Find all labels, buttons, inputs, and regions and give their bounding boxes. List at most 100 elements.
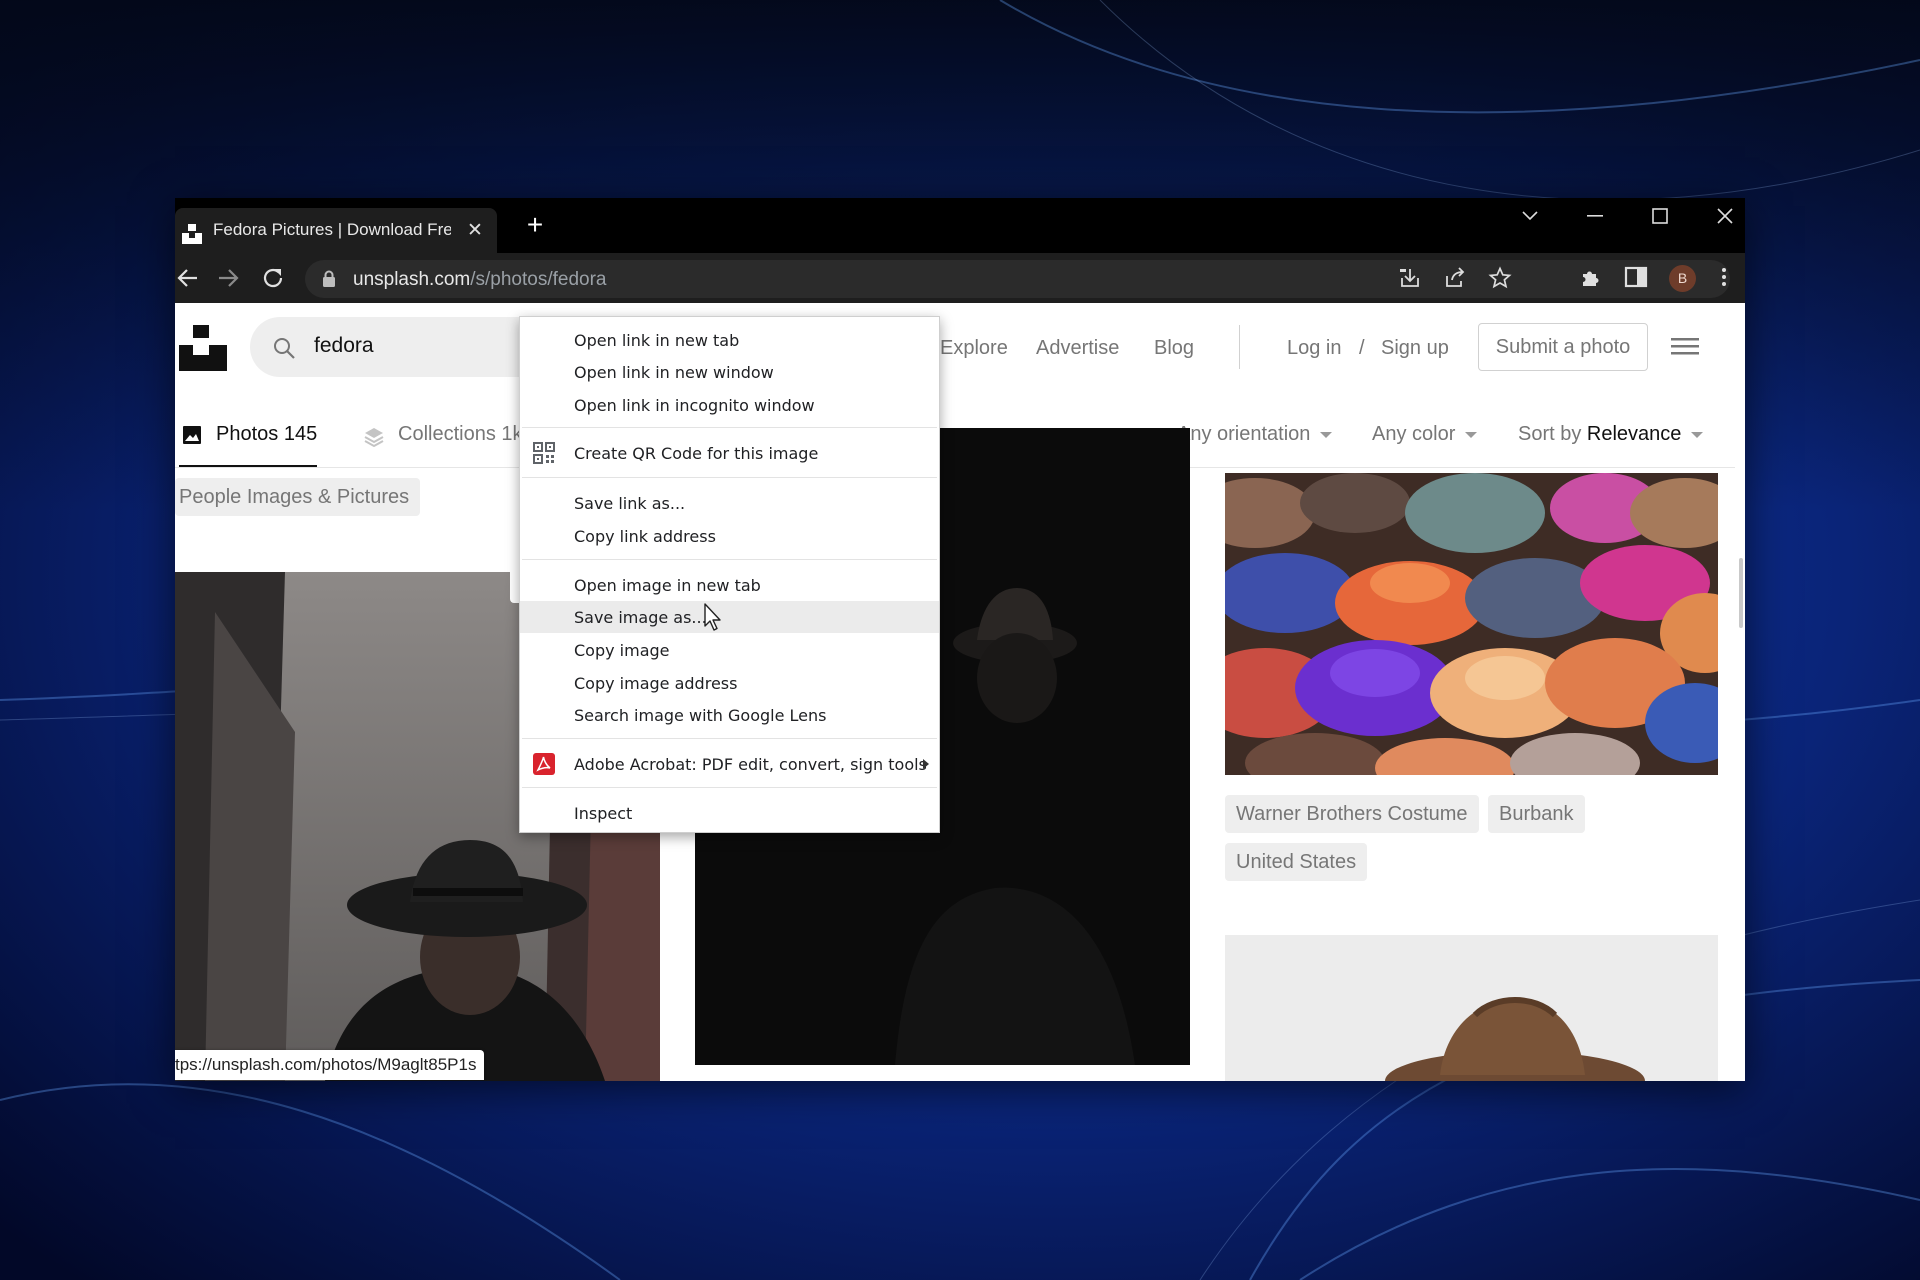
chip-burbank[interactable]: Burbank — [1488, 795, 1585, 833]
search-input[interactable]: fedora — [314, 334, 374, 358]
menu-separator — [522, 738, 937, 739]
menu-open-link-new-window[interactable]: Open link in new window — [520, 356, 939, 388]
profile-avatar[interactable]: B — [1669, 265, 1696, 292]
minimize-button[interactable] — [1565, 198, 1625, 234]
menu-save-image-as[interactable]: Save image as... — [520, 601, 939, 633]
browser-toolbar: unsplash.com/s/photos/fedora B — [175, 253, 1745, 303]
menu-inspect[interactable]: Inspect — [520, 797, 939, 829]
menu-save-link-as[interactable]: Save link as... — [520, 487, 939, 519]
tab-title: Fedora Pictures | Download Free — [213, 220, 451, 239]
lock-icon — [323, 270, 335, 287]
filter-color[interactable]: Any color — [1372, 423, 1478, 446]
url-host: unsplash.com — [353, 269, 471, 290]
reload-icon[interactable] — [260, 265, 286, 291]
page-scrollbar-thumb[interactable] — [1739, 558, 1743, 628]
tab-search-button[interactable] — [1500, 198, 1560, 234]
new-tab-button[interactable]: + — [520, 211, 550, 241]
caret-down-icon — [1691, 431, 1704, 438]
sort-dropdown[interactable]: Sort by Relevance — [1518, 423, 1704, 446]
tab-close-icon[interactable]: ✕ — [467, 219, 483, 242]
browser-window: Fedora Pictures | Download Free ✕ + unsp… — [175, 198, 1745, 1081]
menu-copy-image[interactable]: Copy image — [520, 634, 939, 666]
caret-down-icon — [1465, 431, 1478, 438]
context-menu: Open link in new tab Open link in new wi… — [519, 316, 940, 833]
menu-item-label: Open link in new window — [574, 363, 774, 382]
chip-united-states[interactable]: United States — [1225, 843, 1368, 881]
star-icon[interactable] — [1488, 266, 1512, 290]
nav-separator: / — [1359, 337, 1365, 359]
install-icon[interactable] — [1398, 266, 1422, 290]
collections-icon — [364, 428, 384, 447]
menu-copy-link-address[interactable]: Copy link address — [520, 520, 939, 552]
menu-item-label: Search image with Google Lens — [574, 706, 827, 725]
qr-code-icon — [533, 442, 555, 464]
photos-icon — [183, 426, 201, 444]
url-path: /s/photos/fedora — [470, 269, 607, 290]
url-text: unsplash.com/s/photos/fedora — [353, 269, 607, 291]
menu-copy-image-address[interactable]: Copy image address — [520, 667, 939, 699]
nav-explore[interactable]: Explore — [940, 337, 1008, 360]
filter-orientation[interactable]: Any orientation — [1177, 423, 1333, 446]
menu-item-label: Open link in incognito window — [574, 396, 815, 415]
extensions-icon[interactable] — [1579, 265, 1603, 289]
menu-search-google-lens[interactable]: Search image with Google Lens — [520, 699, 939, 731]
back-arrow-icon[interactable] — [175, 265, 201, 291]
menu-item-label: Create QR Code for this image — [574, 444, 819, 463]
unsplash-favicon-icon — [182, 224, 202, 244]
mouse-cursor-icon — [704, 603, 721, 631]
menu-create-qr-code[interactable]: Create QR Code for this image — [520, 437, 939, 469]
maximize-button[interactable] — [1630, 198, 1690, 234]
address-bar[interactable]: unsplash.com/s/photos/fedora — [305, 260, 1730, 298]
menu-item-label: Copy link address — [574, 527, 716, 546]
nav-login[interactable]: Log in — [1287, 337, 1342, 360]
photo-brown-fedora[interactable] — [1225, 935, 1718, 1081]
adobe-acrobat-icon — [533, 753, 555, 775]
menu-item-label: Save image as... — [574, 608, 707, 627]
sort-prefix: Sort by — [1518, 423, 1582, 445]
side-panel-icon[interactable] — [1624, 265, 1648, 289]
submit-photo-button[interactable]: Submit a photo — [1478, 323, 1648, 371]
nav-blog[interactable]: Blog — [1154, 337, 1194, 360]
chevron-down-icon — [1522, 211, 1538, 221]
menu-open-image-new-tab[interactable]: Open image in new tab — [520, 569, 939, 601]
tab-photos[interactable]: Photos 145 — [216, 423, 317, 446]
menu-item-label: Copy image — [574, 641, 670, 660]
browser-tab[interactable]: Fedora Pictures | Download Free ✕ — [175, 208, 497, 253]
photo-colorful-hats[interactable] — [1225, 473, 1718, 775]
menu-open-link-new-tab[interactable]: Open link in new tab — [520, 324, 939, 356]
menu-item-label: Inspect — [574, 804, 633, 823]
chip-people-images[interactable]: People Images & Pictures — [175, 478, 421, 516]
menu-separator — [522, 559, 937, 560]
kebab-menu-icon[interactable] — [1712, 265, 1736, 289]
nav-advertise[interactable]: Advertise — [1036, 337, 1119, 360]
minimize-icon — [1587, 215, 1603, 217]
share-icon[interactable] — [1443, 266, 1467, 290]
caret-down-icon — [1320, 431, 1333, 438]
menu-item-label: Open image in new tab — [574, 576, 761, 595]
menu-separator — [522, 787, 937, 788]
close-window-button[interactable] — [1695, 198, 1745, 234]
chip-warner-brothers[interactable]: Warner Brothers Costume — [1225, 795, 1479, 833]
menu-separator — [522, 427, 937, 428]
tab-collections[interactable]: Collections 1k — [398, 423, 523, 446]
hamburger-menu-icon[interactable] — [1671, 335, 1699, 357]
tab-strip: Fedora Pictures | Download Free ✕ + — [175, 198, 1745, 253]
web-page: fedora Explore Advertise Blog Log in / S… — [175, 303, 1745, 1081]
maximize-icon — [1652, 208, 1668, 224]
search-icon — [274, 338, 295, 359]
menu-item-label: Copy image address — [574, 674, 738, 693]
filter-color-label: Any color — [1372, 423, 1456, 445]
forward-arrow-icon[interactable] — [215, 265, 241, 291]
sort-value: Relevance — [1586, 423, 1682, 445]
menu-item-label: Open link in new tab — [574, 331, 740, 350]
status-bar-url: tps://unsplash.com/photos/M9aglt85P1s — [175, 1050, 485, 1080]
nav-divider — [1239, 325, 1240, 369]
unsplash-logo-icon[interactable] — [179, 325, 227, 371]
menu-open-link-incognito[interactable]: Open link in incognito window — [520, 389, 939, 421]
menu-separator — [522, 477, 937, 478]
menu-adobe-acrobat[interactable]: Adobe Acrobat: PDF edit, convert, sign t… — [520, 748, 939, 780]
menu-item-label: Adobe Acrobat: PDF edit, convert, sign t… — [574, 755, 927, 774]
close-icon — [1717, 208, 1733, 224]
submenu-arrow-icon — [923, 759, 929, 769]
nav-signup[interactable]: Sign up — [1381, 337, 1449, 360]
